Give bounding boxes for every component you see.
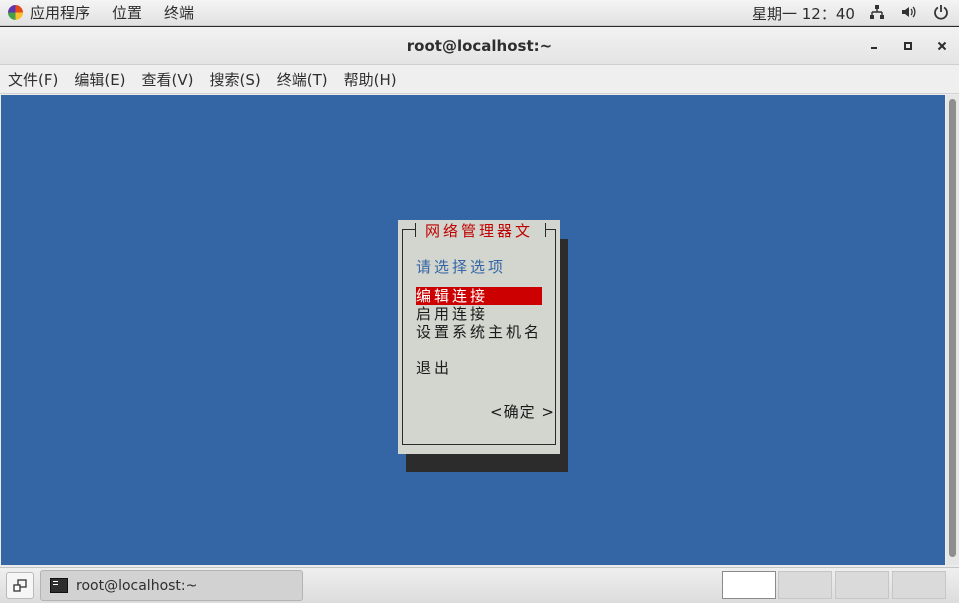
window-title: root@localhost:~ <box>406 36 553 55</box>
option-quit[interactable]: 退出 <box>416 359 452 377</box>
bottom-taskbar: root@localhost:~ <box>0 567 959 603</box>
system-tray <box>867 2 951 22</box>
menu-file[interactable]: 文件(F) <box>8 69 58 90</box>
window-titlebar[interactable]: root@localhost:~ <box>0 27 959 65</box>
taskbar-terminal-label: root@localhost:~ <box>76 577 198 594</box>
close-icon <box>937 41 947 51</box>
show-desktop-button[interactable] <box>6 572 34 599</box>
top-panel: 应用程序 位置 终端 星期一 12：40 <box>0 0 959 26</box>
minimize-button[interactable] <box>857 27 891 65</box>
scrollbar-thumb[interactable] <box>949 99 956 557</box>
minimize-icon <box>871 47 877 49</box>
dialog-title: 网络管理器文 <box>425 222 534 240</box>
menu-help[interactable]: 帮助(H) <box>344 69 397 90</box>
terminal-icon <box>50 578 68 593</box>
option-edit-connection[interactable]: 编辑连接 <box>416 287 542 305</box>
applications-menu[interactable]: 应用程序 <box>8 2 112 23</box>
option-activate-connection[interactable]: 启用连接 <box>416 305 488 323</box>
nmtui-dialog: 网络管理器文 请选择选项 编辑连接 启用连接 设置系统主机名 退出 <确定 > <box>398 220 560 454</box>
workspace-4[interactable] <box>892 571 946 599</box>
menu-edit[interactable]: 编辑(E) <box>74 69 125 90</box>
activities-logo-icon <box>8 5 23 20</box>
workspace-2[interactable] <box>778 571 832 599</box>
menu-bar: 文件(F) 编辑(E) 查看(V) 搜索(S) 终端(T) 帮助(H) <box>0 65 959 94</box>
volume-icon[interactable] <box>899 2 919 22</box>
dialog-prompt: 请选择选项 <box>416 258 507 276</box>
taskbar-terminal-window[interactable]: root@localhost:~ <box>40 570 303 601</box>
menu-search[interactable]: 搜索(S) <box>210 69 261 90</box>
ok-button[interactable]: <确定 > <box>490 401 555 422</box>
terminal-window: root@localhost:~ 文件(F) 编辑(E) 查看(V) 搜索(S)… <box>0 27 959 567</box>
network-icon[interactable] <box>867 2 887 22</box>
maximize-icon <box>904 42 912 50</box>
close-button[interactable] <box>925 27 959 65</box>
terminal-scrollbar[interactable] <box>946 95 959 565</box>
terminal-app-menu[interactable]: 终端 <box>164 2 194 23</box>
power-icon[interactable] <box>931 2 951 22</box>
terminal-area[interactable]: 网络管理器文 请选择选项 编辑连接 启用连接 设置系统主机名 退出 <确定 > <box>1 95 945 565</box>
workspace-1[interactable] <box>722 571 776 599</box>
applications-menu-label[interactable]: 应用程序 <box>30 2 90 23</box>
clock[interactable]: 星期一 12：40 <box>752 3 855 24</box>
option-set-hostname[interactable]: 设置系统主机名 <box>416 323 542 341</box>
menu-terminal[interactable]: 终端(T) <box>277 69 328 90</box>
show-desktop-icon <box>13 578 27 592</box>
places-menu[interactable]: 位置 <box>112 2 142 23</box>
menu-view[interactable]: 查看(V) <box>142 69 194 90</box>
workspace-3[interactable] <box>835 571 889 599</box>
maximize-button[interactable] <box>891 27 925 65</box>
window-controls <box>857 27 959 65</box>
